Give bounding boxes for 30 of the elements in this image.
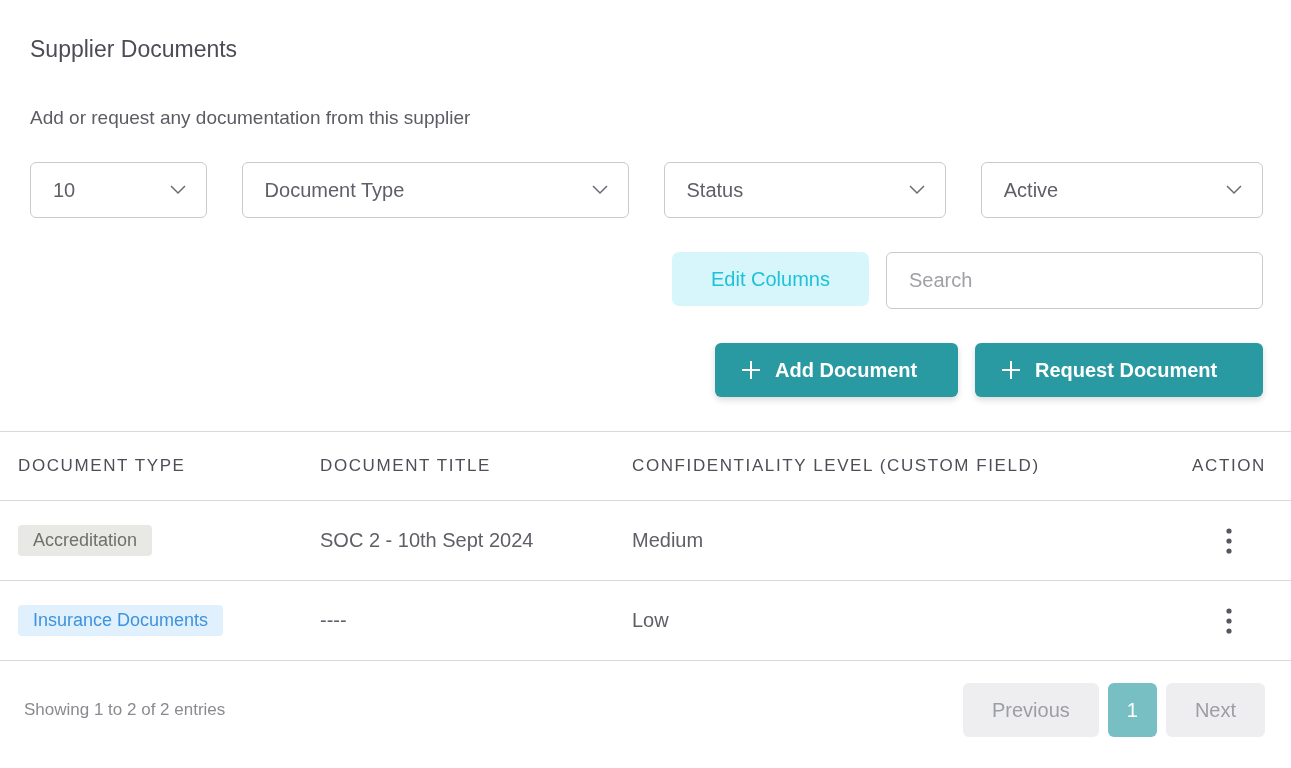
- chevron-down-icon: [908, 185, 925, 195]
- column-header: CONFIDENTIALITY LEVEL (CUSTOM FIELD): [632, 456, 1041, 476]
- filter-dropdown[interactable]: 10: [30, 162, 207, 218]
- more-options-icon[interactable]: [1226, 607, 1232, 634]
- plus-icon: [741, 360, 761, 380]
- table-cell-text: Medium: [632, 529, 705, 552]
- entries-info: Showing 1 to 2 of 2 entries: [24, 700, 226, 720]
- document-type-tag: Accreditation: [18, 525, 153, 556]
- plus-icon: [1001, 360, 1021, 380]
- column-header: ACTION: [1192, 456, 1266, 476]
- column-header: DOCUMENT TYPE: [18, 456, 187, 476]
- chevron-down-icon: [169, 185, 186, 195]
- chevron-down-icon: [591, 185, 608, 195]
- page-title: Supplier Documents: [30, 36, 239, 63]
- more-options-icon[interactable]: [1226, 527, 1232, 554]
- request-document-button[interactable]: Request Document: [975, 343, 1263, 397]
- filter-dropdown[interactable]: Status: [663, 162, 946, 218]
- table-cell-text: SOC 2 - 10th Sept 2024: [320, 529, 535, 552]
- filter-dropdown[interactable]: Document Type: [241, 162, 629, 218]
- table-cell-text: Low: [632, 609, 670, 632]
- edit-columns-button[interactable]: Edit Columns: [672, 252, 869, 306]
- add-document-button[interactable]: Add Document: [715, 343, 958, 397]
- page-subtitle: Add or request any documentation from this supplier: [30, 107, 472, 129]
- column-header: DOCUMENT TITLE: [320, 456, 492, 476]
- chevron-down-icon: [1226, 185, 1242, 195]
- page-number-button[interactable]: 1: [1107, 683, 1157, 737]
- search-field[interactable]: Search: [886, 252, 1263, 309]
- document-type-tag: Insurance Documents: [18, 605, 224, 636]
- table-cell-text: ----: [320, 609, 348, 632]
- filter-dropdown[interactable]: Active: [980, 162, 1263, 218]
